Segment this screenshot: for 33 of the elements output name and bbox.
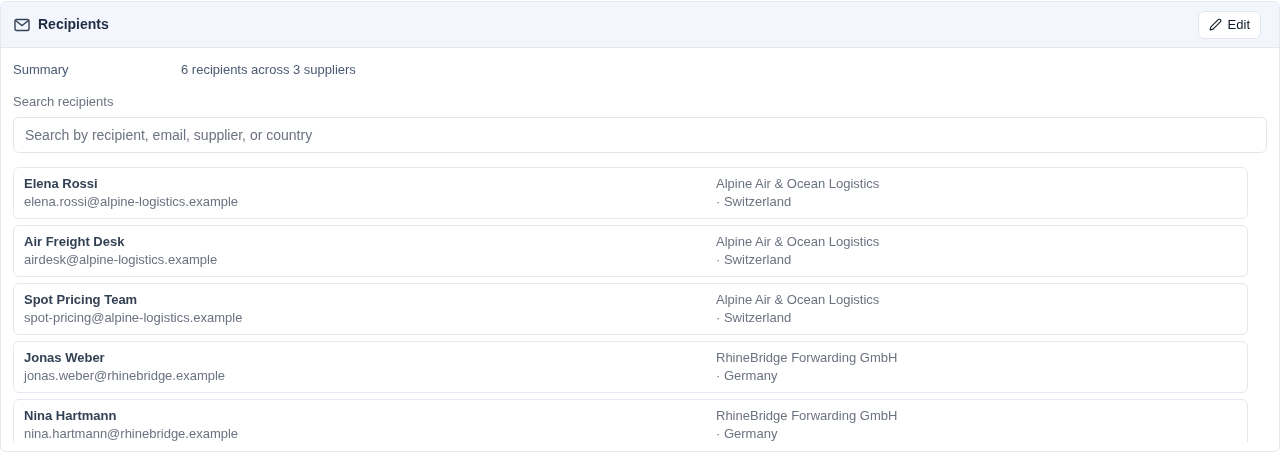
mail-icon xyxy=(14,17,30,32)
supplier-country: · Switzerland xyxy=(716,193,793,211)
search-label: Search recipients xyxy=(13,93,115,111)
recipient-card[interactable]: Spot Pricing Team spot-pricing@alpine-logistics.example Alpine Air & Ocean Logistics · Switzerland xyxy=(13,283,1248,335)
recipient-email: airdesk@alpine-logistics.example xyxy=(24,251,219,269)
summary-value: 6 recipients across 3 suppliers xyxy=(181,61,356,80)
supplier-name: RhineBridge Forwarding GmbH xyxy=(716,407,898,425)
recipient-name: Spot Pricing Team xyxy=(24,291,139,309)
recipient-email: elena.rossi@alpine-logistics.example xyxy=(24,193,240,211)
recipient-email: jonas.weber@rhinebridge.example xyxy=(24,367,227,385)
search-field[interactable]: Search by recipient, email, supplier, or country xyxy=(13,117,1267,153)
supplier-country: · Switzerland xyxy=(716,309,793,327)
supplier-name: RhineBridge Forwarding GmbH xyxy=(716,349,898,367)
recipient-card[interactable]: Nina Hartmann nina.hartmann@rhinebridge.example RhineBridge Forwarding GmbH · Germany xyxy=(13,399,1248,442)
pencil-icon xyxy=(1208,18,1222,31)
supplier-name: Alpine Air & Ocean Logistics xyxy=(716,233,880,251)
recipient-card[interactable]: Jonas Weber jonas.weber@rhinebridge.example RhineBridge Forwarding GmbH · Germany xyxy=(13,341,1248,393)
summary-label: Summary xyxy=(13,61,70,80)
recipient-name: Air Freight Desk xyxy=(24,233,126,251)
supplier-country: · Switzerland xyxy=(716,251,793,269)
recipient-email: spot-pricing@alpine-logistics.example xyxy=(24,309,244,327)
supplier-name: Alpine Air & Ocean Logistics xyxy=(716,175,880,193)
recipient-name: Jonas Weber xyxy=(24,349,106,367)
supplier-country: · Germany xyxy=(716,425,779,442)
edit-button[interactable]: Edit xyxy=(1197,10,1261,39)
panel-title: Recipients xyxy=(38,15,109,34)
recipient-email: nina.hartmann@rhinebridge.example xyxy=(24,425,240,442)
recipient-name: Nina Hartmann xyxy=(24,407,118,425)
supplier-name: Alpine Air & Ocean Logistics xyxy=(716,291,880,309)
recipient-card[interactable]: Elena Rossi elena.rossi@alpine-logistics.example Alpine Air & Ocean Logistics · Switzerland xyxy=(13,167,1248,219)
supplier-country: · Germany xyxy=(716,367,779,385)
recipient-card[interactable]: Air Freight Desk airdesk@alpine-logistics.example Alpine Air & Ocean Logistics · Switzerland xyxy=(13,225,1248,277)
recipient-name: Elena Rossi xyxy=(24,175,99,193)
